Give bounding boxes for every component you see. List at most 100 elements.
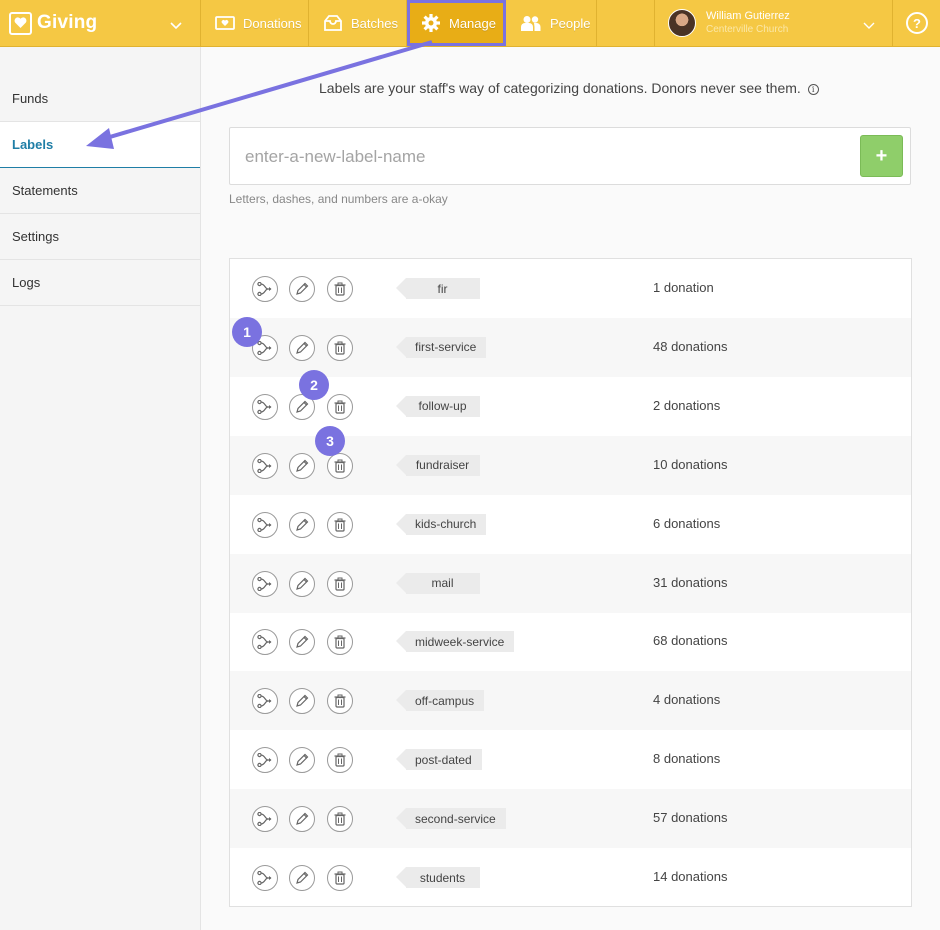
nav-donations-label: Donations bbox=[243, 15, 302, 31]
label-row: students 14 donations bbox=[230, 848, 911, 907]
gear-icon bbox=[422, 14, 440, 32]
donation-icon bbox=[215, 16, 235, 30]
annotation-step-3: 3 bbox=[315, 426, 345, 456]
donation-count: 2 donations bbox=[653, 397, 721, 413]
sidebar: Funds Labels Statements Settings Logs bbox=[0, 47, 201, 930]
annotation-step-2: 2 bbox=[299, 370, 329, 400]
donation-count: 8 donations bbox=[653, 751, 721, 767]
merge-icon[interactable] bbox=[252, 629, 278, 656]
nav-manage[interactable]: Manage bbox=[407, 0, 506, 46]
edit-icon[interactable] bbox=[289, 334, 315, 361]
help-label: ? bbox=[913, 15, 921, 31]
label-row: off-campus 4 donations bbox=[230, 671, 911, 731]
edit-icon[interactable] bbox=[289, 688, 315, 715]
merge-icon[interactable] bbox=[252, 570, 278, 597]
trash-icon[interactable] bbox=[327, 276, 353, 302]
edit-icon[interactable] bbox=[289, 629, 315, 656]
trash-icon[interactable] bbox=[327, 393, 353, 420]
sidebar-item-labels[interactable]: Labels bbox=[0, 122, 200, 168]
nav-people-label: People bbox=[550, 15, 591, 31]
merge-icon[interactable] bbox=[252, 865, 278, 891]
user-info: William Gutierrez Centerville Church bbox=[706, 9, 790, 37]
nav-donations[interactable]: Donations bbox=[201, 0, 309, 46]
label-row: mail 31 donations bbox=[230, 553, 911, 613]
trash-icon[interactable] bbox=[327, 334, 353, 361]
donation-count: 6 donations bbox=[653, 515, 721, 531]
merge-icon[interactable] bbox=[252, 276, 278, 302]
avatar bbox=[668, 9, 696, 37]
edit-icon[interactable] bbox=[289, 276, 315, 302]
donation-count: 4 donations bbox=[653, 692, 721, 708]
user-name: William Gutierrez bbox=[706, 10, 790, 22]
help-icon[interactable]: ? bbox=[906, 12, 928, 34]
donation-count: 31 donations bbox=[653, 574, 728, 590]
donation-count: 14 donations bbox=[653, 869, 728, 884]
sidebar-item-statements[interactable]: Statements bbox=[0, 168, 200, 214]
nav-manage-label: Manage bbox=[449, 15, 496, 31]
donation-count: 68 donations bbox=[653, 633, 728, 649]
label-row: first-service 48 donations bbox=[230, 317, 911, 377]
new-label-form: + bbox=[229, 127, 911, 185]
donation-count: 10 donations bbox=[653, 456, 728, 472]
annotation-step-1: 1 bbox=[232, 317, 262, 347]
edit-icon[interactable] bbox=[289, 806, 315, 833]
label-tag: fir bbox=[396, 278, 480, 299]
batches-icon bbox=[324, 15, 342, 31]
top-bar: Giving Donations Batches Manage People W… bbox=[0, 0, 940, 47]
label-row: kids-church 6 donations bbox=[230, 495, 911, 554]
app-name: Giving bbox=[37, 12, 98, 33]
trash-icon[interactable] bbox=[327, 570, 353, 597]
merge-icon[interactable] bbox=[252, 452, 278, 479]
merge-icon[interactable] bbox=[252, 747, 278, 774]
donation-count: 1 donation bbox=[653, 280, 714, 295]
label-tag: off-campus bbox=[395, 690, 485, 712]
label-row: post-dated 8 donations bbox=[230, 730, 911, 789]
merge-icon[interactable] bbox=[252, 688, 278, 715]
chevron-down-icon bbox=[170, 17, 182, 35]
intro-text: Labels are your staff's way of categoriz… bbox=[319, 80, 819, 96]
app-switcher[interactable]: Giving bbox=[0, 0, 201, 46]
edit-icon[interactable] bbox=[289, 865, 315, 891]
donation-count: 57 donations bbox=[653, 810, 728, 826]
label-tag: first-service bbox=[395, 336, 487, 358]
label-tag: midweek-service bbox=[395, 631, 515, 653]
trash-icon[interactable] bbox=[327, 629, 353, 656]
user-menu[interactable]: William Gutierrez Centerville Church bbox=[654, 0, 893, 46]
nav-batches[interactable]: Batches bbox=[309, 0, 407, 46]
merge-icon[interactable] bbox=[252, 806, 278, 833]
add-label-button[interactable]: + bbox=[860, 135, 903, 177]
label-tag: fundraiser bbox=[396, 454, 480, 476]
trash-icon[interactable] bbox=[327, 511, 353, 538]
merge-icon[interactable] bbox=[252, 511, 278, 538]
sidebar-item-logs[interactable]: Logs bbox=[0, 260, 200, 306]
main-content: Labels are your staff's way of categoriz… bbox=[201, 47, 940, 930]
intro-label: Labels are your staff's way of categoriz… bbox=[319, 80, 801, 96]
edit-icon[interactable] bbox=[289, 452, 315, 479]
label-tag: second-service bbox=[396, 808, 506, 830]
chevron-down-icon bbox=[863, 17, 875, 35]
label-tag: post-dated bbox=[396, 749, 482, 771]
label-row: second-service 57 donations bbox=[230, 789, 911, 849]
info-icon[interactable]: i bbox=[807, 84, 819, 95]
edit-icon[interactable] bbox=[289, 570, 315, 597]
trash-icon[interactable] bbox=[327, 747, 353, 774]
new-label-input[interactable] bbox=[245, 144, 845, 170]
merge-icon[interactable] bbox=[252, 393, 278, 420]
sidebar-item-settings[interactable]: Settings bbox=[0, 214, 200, 260]
edit-icon[interactable] bbox=[289, 747, 315, 774]
label-row: midweek-service 68 donations bbox=[230, 612, 911, 671]
trash-icon[interactable] bbox=[327, 865, 353, 891]
nav-batches-label: Batches bbox=[351, 15, 398, 31]
label-tag: follow-up bbox=[396, 395, 480, 417]
trash-icon[interactable] bbox=[327, 806, 353, 833]
input-hint: Letters, dashes, and numbers are a-okay bbox=[229, 192, 448, 206]
nav-people[interactable]: People bbox=[506, 0, 597, 46]
trash-icon[interactable] bbox=[327, 688, 353, 715]
user-org: Centerville Church bbox=[706, 24, 789, 35]
sidebar-item-funds[interactable]: Funds bbox=[0, 76, 200, 122]
giving-logo-icon bbox=[9, 11, 32, 35]
label-tag: kids-church bbox=[395, 513, 487, 535]
edit-icon[interactable] bbox=[289, 511, 315, 538]
label-row: fir 1 donation bbox=[230, 259, 911, 318]
trash-icon[interactable] bbox=[327, 452, 353, 479]
